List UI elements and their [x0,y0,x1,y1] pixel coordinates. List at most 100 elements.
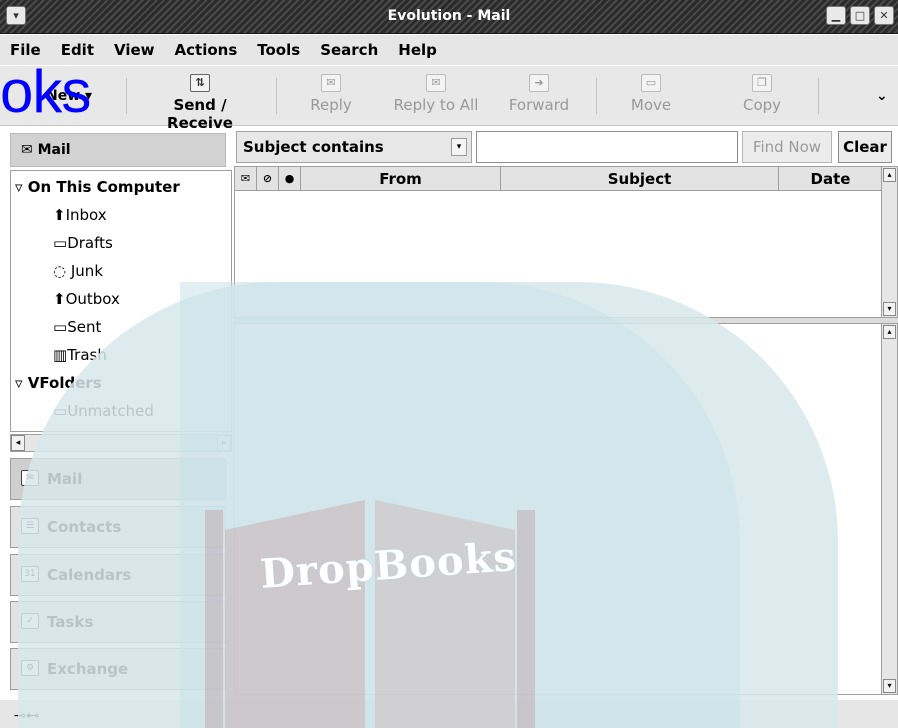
nav-label: Contacts [47,518,122,536]
tasks-icon: ✓ [21,613,39,629]
forward-label: Forward [508,96,570,114]
title-bar: ▾ Evolution - Mail ▁ □ ✕ [0,0,898,34]
menu-actions[interactable]: Actions [175,41,238,59]
column-attachment-icon[interactable]: ⊘ [257,167,279,191]
folder-unmatched[interactable]: ▭Unmatched [53,399,154,423]
reply-icon: ✉ [321,74,341,92]
column-priority-icon[interactable]: ● [279,167,301,191]
scroll-up-arrow-icon[interactable]: ▴ [883,325,896,339]
menu-view[interactable]: View [114,41,155,59]
search-mode-select[interactable]: Subject contains ▾ [236,131,472,163]
nav-tasks-button[interactable]: ✓ Tasks [10,601,226,643]
tree-group-vfolders[interactable]: ▿ VFolders [15,371,102,395]
reply-all-label: Reply to All [393,96,479,114]
nav-exchange-button[interactable]: ⚙ Exchange [10,648,226,690]
scroll-right-arrow-icon[interactable]: ▸ [217,435,231,451]
status-bar: ⊸⊷ [0,700,898,728]
scroll-up-arrow-icon[interactable]: ▴ [883,168,896,182]
menu-tools[interactable]: Tools [257,41,300,59]
reply-label: Reply [310,96,352,114]
scroll-left-arrow-icon[interactable]: ◂ [11,435,25,451]
junk-icon: ◌ [53,262,67,280]
folder-drafts[interactable]: ▭Drafts [53,231,113,255]
folder-sent[interactable]: ▭Sent [53,315,101,339]
scroll-down-arrow-icon[interactable]: ▾ [883,302,896,316]
copy-label: Copy [742,96,782,114]
toolbar-overflow-chevron-icon[interactable]: ⌄ [876,88,888,104]
folder-junk[interactable]: ◌ Junk [53,259,103,283]
nav-calendars-button[interactable]: 31 Calendars [10,554,226,596]
message-list-scrollbar[interactable]: ▴ ▾ [881,167,897,317]
menu-search[interactable]: Search [320,41,378,59]
menu-edit[interactable]: Edit [61,41,94,59]
minimize-button[interactable]: ▁ [826,6,846,25]
calendar-icon: 31 [21,566,39,582]
menu-help[interactable]: Help [398,41,437,59]
toolbar-separator [126,78,127,114]
menu-file[interactable]: File [10,41,41,59]
nav-contacts-button[interactable]: ☰ Contacts [10,506,226,548]
expander-icon[interactable]: ▿ [15,178,23,196]
folder-label: Junk [70,262,103,280]
sidebar-header: ✉ Mail [10,133,226,167]
mail-icon: ✉ [21,470,39,486]
folder-inbox[interactable]: ⬆Inbox [53,203,107,227]
folder-icon: ▭ [53,234,68,252]
reply-button[interactable]: ✉ Reply [298,74,364,114]
preview-pane: ▴ ▾ [234,323,898,695]
copy-button[interactable]: ❐ Copy [734,74,790,114]
nav-mail-button[interactable]: ✉ Mail [10,458,226,500]
move-button[interactable]: ▭ Move [622,74,680,114]
folder-icon: ▭ [53,318,68,336]
window-title: Evolution - Mail [387,8,511,24]
folder-label: Trash [67,346,107,364]
folder-label: Inbox [65,206,107,224]
copy-icon: ❐ [752,74,772,92]
forward-icon: ➜ [529,74,549,92]
folder-trash[interactable]: ▥Trash [53,343,107,367]
search-input[interactable] [476,131,738,163]
folder-icon: ▭ [53,402,68,420]
forward-button[interactable]: ➜ Forward [504,74,574,114]
folder-outbox[interactable]: ⬆Outbox [53,287,120,311]
folder-tree: ▿ On This Computer ⬆Inbox ▭Drafts ◌ Junk… [10,170,232,432]
find-now-button[interactable]: Find Now [742,131,832,163]
tree-horizontal-scrollbar[interactable]: ◂ ▸ [10,434,232,452]
folder-label: Sent [67,318,102,336]
send-receive-button[interactable]: ⇅ Send / Receive [138,74,262,132]
column-subject[interactable]: Subject [501,167,779,191]
reply-all-button[interactable]: ✉ Reply to All [386,74,486,114]
mail-icon: ✉ [21,142,33,158]
tree-group-on-this-computer[interactable]: ▿ On This Computer [15,175,180,199]
new-label: New [46,88,81,104]
preview-scrollbar[interactable]: ▴ ▾ [881,324,897,694]
column-date[interactable]: Date [779,167,883,191]
scroll-down-arrow-icon[interactable]: ▾ [883,679,896,693]
message-list[interactable]: ✉ ⊘ ● From Subject Date ▴ ▾ [234,166,898,318]
new-button[interactable]: New ▾ [46,88,92,104]
close-button[interactable]: ✕ [874,6,894,25]
reply-all-icon: ✉ [426,74,446,92]
nav-label: Tasks [47,613,94,631]
move-label: Move [630,96,672,114]
connection-plug-icon[interactable]: ⊸⊷ [14,708,40,724]
nav-label: Exchange [47,660,129,678]
move-icon: ▭ [641,74,661,92]
toolbar-separator [276,78,277,114]
search-mode-label: Subject contains [243,138,384,156]
exchange-icon: ⚙ [21,660,39,676]
folder-label: Drafts [67,234,113,252]
menu-bar: File Edit View Actions Tools Search Help [0,35,898,65]
clear-button[interactable]: Clear [838,131,892,163]
trash-icon: ▥ [53,346,68,364]
expander-icon[interactable]: ▿ [15,374,23,392]
dropdown-arrow-icon[interactable]: ▾ [451,138,467,156]
nav-label: Mail [47,470,83,488]
toolbar-separator [596,78,597,114]
toolbar: New ▾ ⇅ Send / Receive ✉ Reply ✉ Reply t… [0,66,898,132]
tree-group-label: On This Computer [27,178,180,196]
column-status-icon[interactable]: ✉ [235,167,257,191]
column-from[interactable]: From [301,167,501,191]
maximize-button[interactable]: □ [850,6,870,25]
nav-label: Calendars [47,566,132,584]
